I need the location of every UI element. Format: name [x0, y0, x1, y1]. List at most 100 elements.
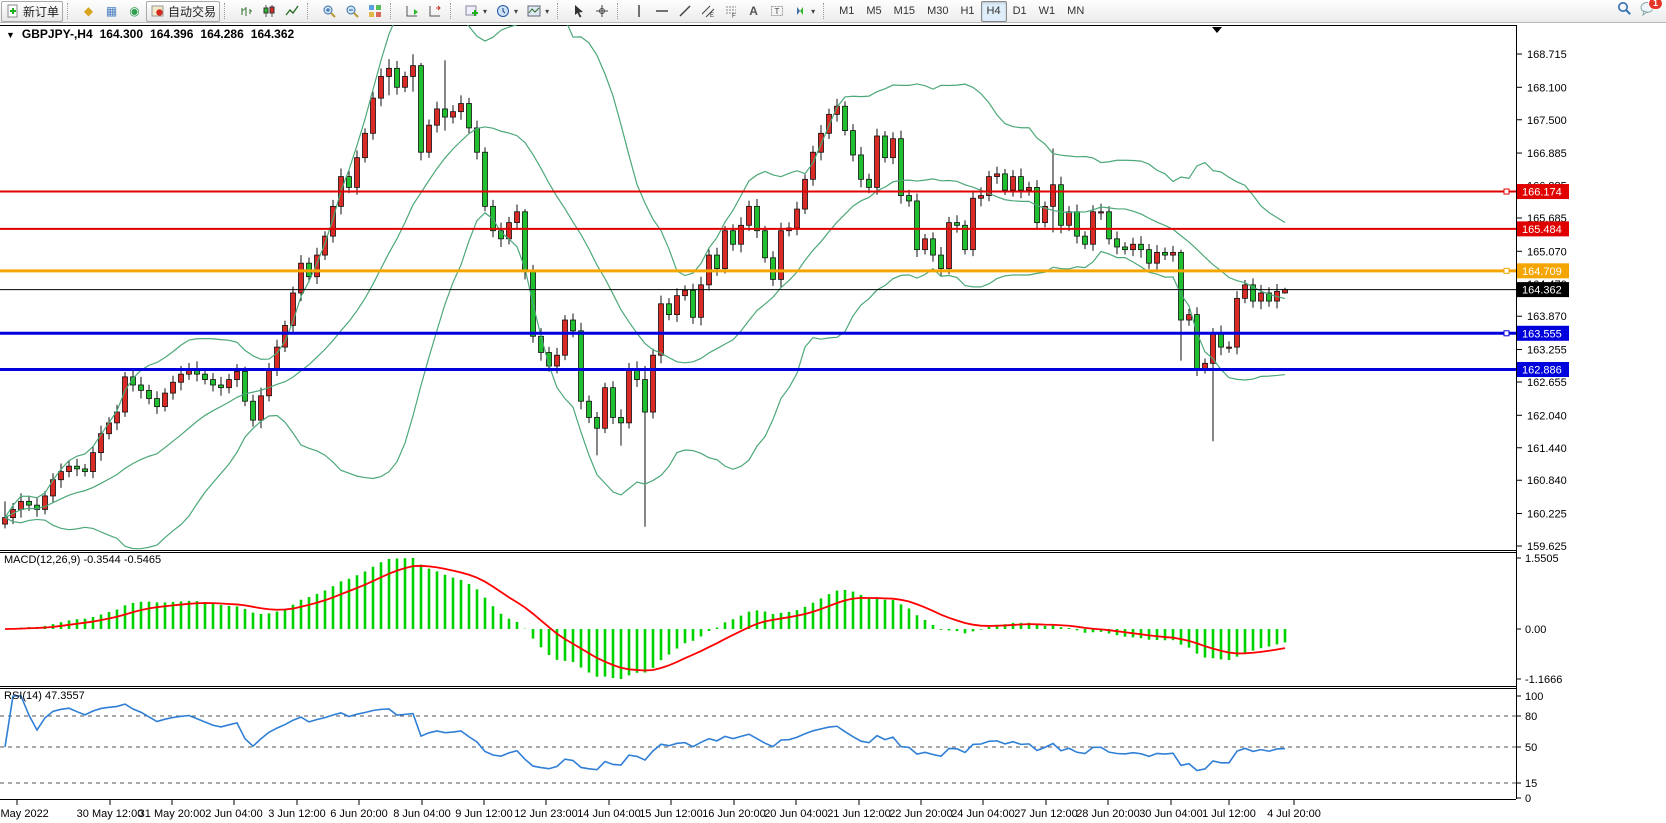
- svg-text:21 Jun 12:00: 21 Jun 12:00: [827, 808, 891, 820]
- templates-button[interactable]: ▾: [522, 1, 553, 22]
- vertical-line-icon: [631, 4, 646, 19]
- tile-windows-button[interactable]: [363, 1, 386, 22]
- timeframe-button-h1[interactable]: H1: [954, 1, 980, 22]
- tile-windows-icon: [367, 4, 382, 19]
- svg-text:168.100: 168.100: [1527, 82, 1567, 94]
- line-chart-button[interactable]: [280, 1, 303, 22]
- main-toolbar: 新订单 ◆ ▦ ◉ 自动交易: [0, 0, 1666, 23]
- svg-text:162.040: 162.040: [1527, 410, 1567, 422]
- svg-text:1 Jul 12:00: 1 Jul 12:00: [1202, 808, 1256, 820]
- svg-text:2 Jun 04:00: 2 Jun 04:00: [205, 808, 263, 820]
- svg-text:164.709: 164.709: [1522, 266, 1562, 278]
- timeframe-button-m15[interactable]: M15: [888, 1, 921, 22]
- fibonacci-tool-button[interactable]: F: [719, 1, 742, 22]
- timeframe-button-m5[interactable]: M5: [860, 1, 887, 22]
- crosshair-tool-button[interactable]: [590, 1, 613, 22]
- timeframe-button-h4[interactable]: H4: [981, 1, 1007, 22]
- data-window-icon: ▦: [104, 4, 119, 19]
- cursor-icon: [571, 4, 586, 19]
- svg-text:20 Jun 04:00: 20 Jun 04:00: [764, 808, 828, 820]
- svg-text:164.362: 164.362: [1522, 285, 1562, 297]
- timeframe-button-w1[interactable]: W1: [1033, 1, 1062, 22]
- periods-dropdown-caret[interactable]: ▾: [514, 7, 518, 16]
- svg-text:161.440: 161.440: [1527, 443, 1567, 455]
- candlestick-button[interactable]: [257, 1, 280, 22]
- ohlc-open: 164.300: [100, 27, 143, 41]
- svg-text:1.5505: 1.5505: [1525, 553, 1559, 565]
- periods-button[interactable]: ▾: [491, 1, 522, 22]
- crosshair-icon: [594, 4, 609, 19]
- ohlc-low: 164.286: [200, 27, 243, 41]
- svg-text:27 May 2022: 27 May 2022: [0, 808, 49, 820]
- svg-text:165.070: 165.070: [1527, 246, 1567, 258]
- svg-text:100: 100: [1525, 691, 1543, 703]
- search-icon[interactable]: [1617, 1, 1632, 21]
- svg-text:163.870: 163.870: [1527, 311, 1567, 323]
- cursor-tool-button[interactable]: [567, 1, 590, 22]
- svg-text:50: 50: [1525, 742, 1537, 754]
- svg-text:15: 15: [1525, 778, 1537, 790]
- navigator-icon: ◉: [127, 4, 142, 19]
- label-icon: T: [769, 4, 784, 19]
- auto-scroll-button[interactable]: [400, 1, 423, 22]
- horizontal-line-icon: [654, 4, 669, 19]
- svg-text:3 Jun 12:00: 3 Jun 12:00: [268, 808, 326, 820]
- new-order-label: 新订单: [23, 3, 59, 20]
- svg-text:162.655: 162.655: [1527, 377, 1567, 389]
- arrows-dropdown-caret[interactable]: ▾: [811, 7, 815, 16]
- trendline-tool-button[interactable]: [673, 1, 696, 22]
- indicators-dropdown-caret[interactable]: ▾: [483, 7, 487, 16]
- chart-canvas[interactable]: 168.715168.100167.500166.885166.285165.6…: [0, 22, 1666, 822]
- chat-icon[interactable]: 1: [1640, 1, 1656, 21]
- zoom-in-button[interactable]: [317, 1, 340, 22]
- svg-text:31 May 20:00: 31 May 20:00: [139, 808, 206, 820]
- auto-scroll-icon: [404, 4, 419, 19]
- title-expander-icon[interactable]: ▼: [6, 30, 15, 40]
- toolbar-separator: [224, 3, 231, 19]
- zoom-out-icon: [344, 4, 359, 19]
- svg-text:0: 0: [1525, 793, 1531, 805]
- toolbar-separator: [450, 3, 457, 19]
- svg-text:24 Jun 04:00: 24 Jun 04:00: [951, 808, 1015, 820]
- svg-text:E: E: [710, 13, 714, 18]
- zoom-out-button[interactable]: [340, 1, 363, 22]
- chart-shift-button[interactable]: [423, 1, 446, 22]
- new-order-button[interactable]: 新订单: [1, 1, 63, 22]
- zoom-in-icon: [321, 4, 336, 19]
- svg-text:166.885: 166.885: [1527, 148, 1567, 160]
- svg-text:163.555: 163.555: [1522, 328, 1562, 340]
- toolbar-separator: [557, 3, 564, 19]
- svg-text:30 Jun 04:00: 30 Jun 04:00: [1139, 808, 1203, 820]
- toolbar-separator: [617, 3, 624, 19]
- data-window-button[interactable]: ▦: [100, 1, 123, 22]
- toolbar-separator: [390, 3, 397, 19]
- svg-text:-1.1666: -1.1666: [1525, 674, 1562, 686]
- autotrade-button[interactable]: 自动交易: [146, 1, 220, 22]
- svg-text:166.174: 166.174: [1522, 187, 1562, 199]
- market-watch-button[interactable]: ◆: [77, 1, 100, 22]
- templates-dropdown-caret[interactable]: ▾: [545, 7, 549, 16]
- toolbar-right: 1: [1617, 1, 1666, 21]
- navigator-button[interactable]: ◉: [123, 1, 146, 22]
- timeframe-button-m1[interactable]: M1: [833, 1, 860, 22]
- timeframe-button-d1[interactable]: D1: [1007, 1, 1033, 22]
- horizontal-line-tool-button[interactable]: [650, 1, 673, 22]
- autotrade-label: 自动交易: [168, 3, 216, 20]
- text-tool-button[interactable]: A: [742, 1, 765, 22]
- bar-chart-button[interactable]: [234, 1, 257, 22]
- market-watch-icon: ◆: [81, 4, 96, 19]
- timeframe-button-mn[interactable]: MN: [1061, 1, 1090, 22]
- vertical-line-tool-button[interactable]: [627, 1, 650, 22]
- fibonacci-icon: F: [723, 4, 738, 19]
- indicators-button[interactable]: ▾: [460, 1, 491, 22]
- arrows-tool-button[interactable]: ▾: [788, 1, 819, 22]
- text-icon: A: [746, 4, 761, 19]
- trading-terminal-window: 新订单 ◆ ▦ ◉ 自动交易: [0, 0, 1666, 823]
- timeframe-button-m30[interactable]: M30: [921, 1, 954, 22]
- label-tool-button[interactable]: T: [765, 1, 788, 22]
- autotrade-icon: [150, 4, 165, 19]
- toolbar-separator: [307, 3, 314, 19]
- new-order-icon: [5, 4, 20, 19]
- channel-tool-button[interactable]: E: [696, 1, 719, 22]
- svg-text:167.500: 167.500: [1527, 115, 1567, 127]
